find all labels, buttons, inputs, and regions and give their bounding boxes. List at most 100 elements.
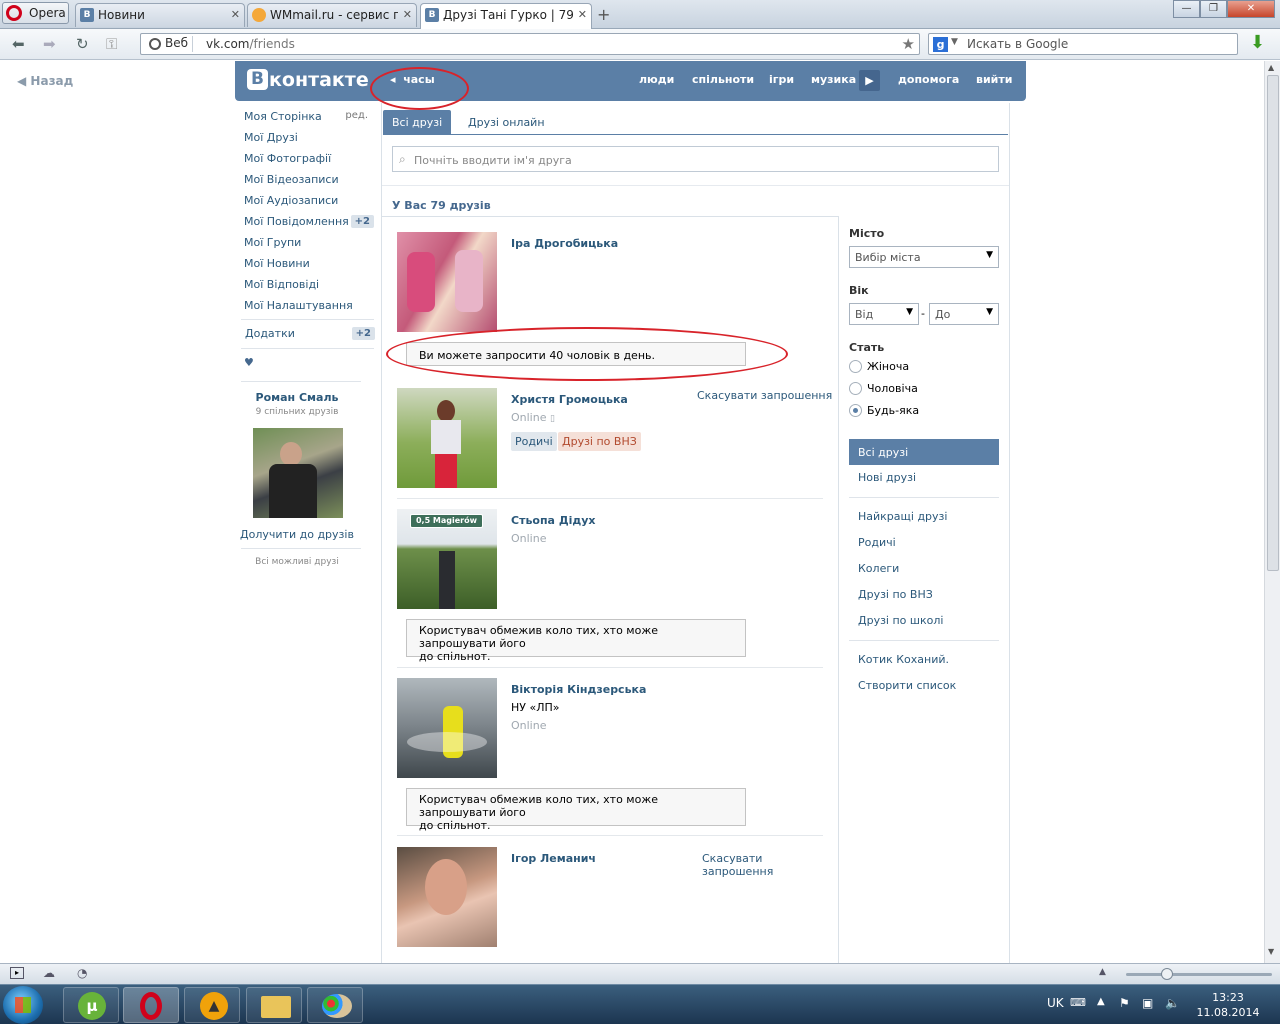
browser-tab-news[interactable]: B Новини ✕: [75, 3, 245, 27]
friend-name[interactable]: Христя Громоцька: [511, 393, 628, 406]
list-colleagues[interactable]: Колеги: [858, 562, 899, 575]
menu-item-news[interactable]: Мої Новини: [244, 257, 374, 278]
list-tag[interactable]: Родичі: [511, 432, 557, 451]
maximize-button[interactable]: ❐: [1200, 0, 1227, 18]
address-field[interactable]: Веб vk.com/friends ★: [140, 33, 920, 55]
back-link[interactable]: ◀ Назад: [17, 74, 73, 88]
clock[interactable]: 13:23 11.08.2014: [1196, 990, 1260, 1020]
scroll-up-icon[interactable]: ▲: [1268, 63, 1274, 72]
scroll-down-icon[interactable]: ▼: [1268, 947, 1274, 956]
menu-item-audio[interactable]: Мої Аудіозаписи: [244, 194, 374, 215]
nav-people[interactable]: люди: [639, 73, 674, 86]
add-friend-link[interactable]: Долучити до друзів: [240, 528, 354, 541]
panel-toggle-icon[interactable]: ▸: [10, 967, 24, 979]
nav-logout[interactable]: вийти: [976, 73, 1012, 86]
menu-item-groups[interactable]: Мої Групи: [244, 236, 374, 257]
list-best-friends[interactable]: Найкращі друзі: [858, 510, 947, 523]
age-to-select[interactable]: До ▼: [929, 303, 999, 325]
friend-photo[interactable]: [397, 388, 497, 488]
opera-taskbar-button[interactable]: [123, 987, 179, 1023]
list-tag[interactable]: Друзі по ВНЗ: [558, 432, 641, 451]
nav-communities[interactable]: спільноти: [692, 73, 754, 86]
show-hidden-icon[interactable]: ▲: [1097, 996, 1105, 1007]
zoom-slider[interactable]: [1126, 968, 1272, 980]
bookmark-star-icon[interactable]: ★: [902, 35, 915, 53]
network-icon[interactable]: ▣: [1142, 996, 1153, 1010]
sex-radio-female[interactable]: Жіноча: [849, 359, 909, 374]
menu-item-answers[interactable]: Мої Відповіді: [244, 278, 374, 299]
friend-photo[interactable]: [397, 232, 497, 332]
explorer-taskbar-button[interactable]: [246, 987, 302, 1023]
download-icon[interactable]: ⬇: [1250, 32, 1265, 53]
close-icon[interactable]: ✕: [578, 8, 587, 21]
sex-radio-any[interactable]: Будь-яка: [849, 403, 919, 418]
all-possible-friends-link[interactable]: Всі можливі друзі: [240, 557, 354, 567]
search-field[interactable]: g ▼ Искать в Google: [928, 33, 1238, 55]
city-select[interactable]: Вибір міста ▼: [849, 246, 999, 268]
forward-arrow-icon[interactable]: ➡: [43, 35, 56, 53]
menu-item-apps[interactable]: Додатки +2: [245, 327, 375, 340]
scrollbar-thumb[interactable]: [1267, 75, 1279, 571]
friend-name[interactable]: Іра Дрогобицька: [511, 237, 618, 250]
nav-music[interactable]: музика: [811, 73, 856, 86]
friend-search-input[interactable]: ⌕ Почніть вводити ім'я друга: [392, 146, 999, 172]
friend-name[interactable]: Вікторія Кіндзерська: [511, 683, 646, 696]
close-icon[interactable]: ✕: [403, 8, 412, 21]
browser-tab-wmmail[interactable]: WMmail.ru - сервис п... ✕: [247, 3, 417, 27]
site-info-button[interactable]: Веб: [145, 36, 193, 52]
cancel-request-link[interactable]: Скасувати запрошення: [697, 389, 832, 402]
minimize-button[interactable]: —: [1173, 0, 1200, 18]
back-arrow-icon[interactable]: ⬅: [12, 35, 25, 53]
reload-icon[interactable]: ↻: [76, 35, 89, 53]
friend-photo[interactable]: 0,5 Magierów: [397, 509, 497, 609]
tab-friends-online[interactable]: Друзі онлайн: [468, 116, 545, 129]
friend-name[interactable]: Стьопа Дідух: [511, 514, 596, 527]
friend-photo[interactable]: [397, 847, 497, 947]
tab-all-friends[interactable]: Всі друзі: [383, 110, 452, 135]
list-all-friends[interactable]: Всі друзі: [849, 439, 999, 465]
close-window-button[interactable]: ✕: [1227, 0, 1275, 18]
list-relatives[interactable]: Родичі: [858, 536, 896, 549]
paint-taskbar-button[interactable]: [307, 987, 363, 1023]
friend-name[interactable]: Ігор Леманич: [511, 852, 596, 865]
vk-logo[interactable]: Вконтакте: [247, 69, 369, 91]
age-from-select[interactable]: Від ▼: [849, 303, 919, 325]
cloud-icon[interactable]: ☁: [43, 966, 55, 980]
play-icon[interactable]: ▶: [859, 70, 880, 91]
create-list-link[interactable]: Створити список: [858, 679, 956, 692]
keyboard-icon[interactable]: ⌨: [1070, 996, 1086, 1009]
zoom-toggle-icon[interactable]: ▲: [1099, 967, 1106, 977]
volume-icon[interactable]: 🔈: [1165, 996, 1180, 1010]
menu-item-messages[interactable]: Мої Повідомлення +2: [244, 215, 374, 236]
menu-item-settings[interactable]: Мої Налаштування: [244, 299, 374, 320]
cancel-request-link[interactable]: Скасувати запрошення: [702, 852, 773, 878]
browser-tab-friends[interactable]: B Друзі Тані Гурко | 79 д... ✕: [420, 3, 592, 29]
friend-photo[interactable]: [397, 678, 497, 778]
opera-menu-button[interactable]: Opera: [2, 2, 69, 24]
key-icon[interactable]: ⚿: [106, 35, 117, 53]
aimp-taskbar-button[interactable]: ▲: [184, 987, 240, 1023]
menu-item-videos[interactable]: Мої Відеозаписи: [244, 173, 374, 194]
list-new-friends[interactable]: Нові друзі: [858, 471, 916, 484]
speed-dial-icon[interactable]: ◔: [77, 966, 87, 980]
chevron-down-icon[interactable]: ▼: [951, 37, 958, 47]
flag-icon[interactable]: ⚑: [1119, 996, 1130, 1010]
new-tab-icon[interactable]: +: [597, 5, 610, 24]
start-button[interactable]: [3, 986, 43, 1024]
edit-link[interactable]: ред.: [345, 110, 368, 121]
heart-icon[interactable]: ♥: [244, 356, 254, 369]
sex-radio-male[interactable]: Чоловіча: [849, 381, 918, 396]
close-icon[interactable]: ✕: [231, 8, 240, 21]
suggested-friend-photo[interactable]: [253, 428, 343, 518]
list-university-friends[interactable]: Друзі по ВНЗ: [858, 588, 933, 601]
menu-item-friends[interactable]: Мої Друзі: [244, 131, 374, 152]
nav-games[interactable]: ігри: [769, 73, 794, 86]
zoom-slider-thumb[interactable]: [1161, 968, 1173, 980]
suggested-friend-name[interactable]: Роман Смаль: [240, 391, 354, 404]
utorrent-taskbar-button[interactable]: µ: [63, 987, 119, 1023]
menu-item-my-page[interactable]: Моя Сторінка ред.: [244, 110, 374, 131]
nav-help[interactable]: допомога: [898, 73, 959, 86]
language-indicator[interactable]: UK: [1047, 996, 1064, 1010]
vertical-scrollbar[interactable]: ▲ ▼: [1264, 61, 1280, 963]
list-school-friends[interactable]: Друзі по школі: [858, 614, 943, 627]
